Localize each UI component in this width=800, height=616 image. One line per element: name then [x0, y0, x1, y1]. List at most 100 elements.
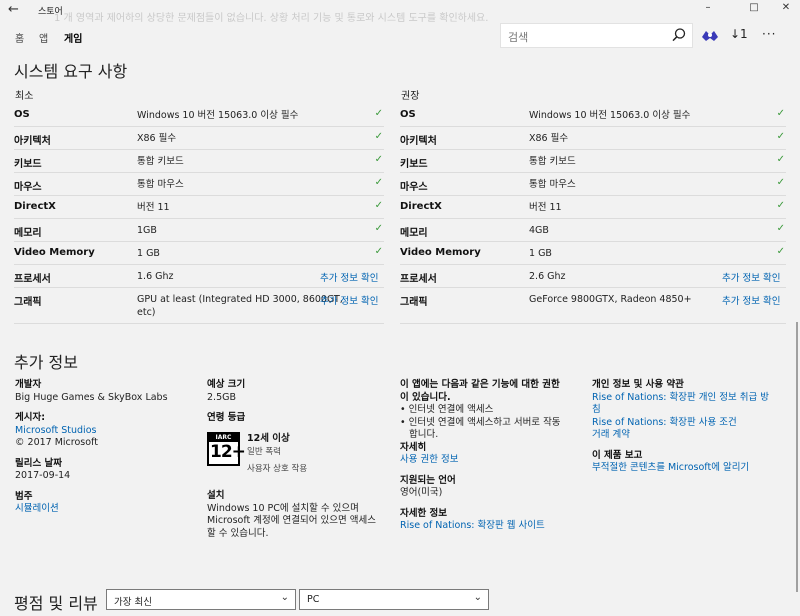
requirement-label: 아키텍처	[400, 136, 437, 147]
requirement-row: 프로세서 1.6 Ghz 추가 정보 확인	[14, 265, 384, 288]
sort-dropdown[interactable]: 가장 최신 ⌄	[106, 589, 296, 610]
publisher-label: 게시자:	[15, 412, 46, 423]
requirement-value: 2.6 Ghz	[529, 270, 566, 283]
more-info-link[interactable]: 추가 정보 확인	[722, 270, 780, 284]
requirement-value-text: 버전 11	[529, 202, 562, 213]
more-info-link[interactable]: 추가 정보 확인	[722, 293, 780, 307]
report-label: 이 제품 보고	[592, 449, 643, 461]
downloads-button[interactable]: ↓1	[730, 27, 748, 41]
requirement-value-text: 통합 키보드	[137, 156, 184, 167]
languages-value: 영어(미국)	[400, 487, 443, 498]
developer-value: Big Huge Games & SkyBox Labs	[15, 391, 168, 403]
user-avatar-icon[interactable]	[701, 28, 719, 47]
search-icon[interactable]	[671, 27, 687, 47]
tab-games[interactable]: 게임	[64, 30, 82, 45]
rating-value: 12세 이상	[247, 433, 290, 444]
requirement-label: Video Memory	[14, 247, 95, 258]
minimum-heading: 최소	[15, 91, 34, 102]
permissions-link[interactable]: 사용 권한 정보	[400, 454, 561, 467]
check-icon: ✓	[776, 200, 785, 211]
requirement-value-text: X86 필수	[529, 133, 569, 144]
requirement-row: 그래픽 GPU at least (Integrated HD 3000, 860…	[14, 288, 384, 324]
requirement-value-text: 1 GB	[137, 248, 160, 259]
capability-item: • 인터넷 연결에 액세스	[400, 404, 494, 415]
requirement-value-text: 1GB	[137, 225, 157, 236]
release-date-label: 릴리스 날짜	[15, 457, 63, 469]
install-line: 할 수 있습니다.	[207, 527, 269, 539]
requirement-value-text: 통합 마우스	[137, 179, 184, 190]
copyright-text: © 2017 Microsoft	[15, 437, 98, 448]
requirement-row: 메모리 1GB ✓	[14, 219, 384, 242]
requirement-label: 아키텍처	[14, 136, 51, 147]
search-box[interactable]: 검색	[500, 23, 693, 48]
requirement-row: 메모리 4GB ✓	[400, 219, 786, 242]
install-label: 설치	[207, 490, 225, 501]
more-info-link[interactable]: 추가 정보 확인	[320, 270, 378, 284]
contract-link[interactable]: 거래 계약	[592, 429, 769, 442]
back-arrow-icon[interactable]: ←	[8, 2, 19, 17]
requirement-row: 프로세서 2.6 Ghz 추가 정보 확인	[400, 265, 786, 288]
requirement-label: 키보드	[400, 159, 428, 170]
requirement-value: 4GB	[529, 224, 549, 237]
requirement-row: 마우스 통합 마우스 ✓	[14, 173, 384, 196]
system-requirements-heading: 시스템 요구 사항	[14, 62, 128, 81]
requirement-row: 그래픽 GeForce 9800GTX, Radeon 4850+ 추가 정보 확인	[400, 288, 786, 324]
requirement-value: X86 필수	[529, 132, 568, 145]
maximize-icon[interactable]: □	[744, 2, 764, 13]
tab-apps[interactable]: 앱	[39, 30, 48, 45]
publisher-link[interactable]: Microsoft Studios	[15, 425, 168, 438]
requirement-value: 1.6 Ghz	[137, 270, 174, 283]
privacy-link[interactable]: Rise of Nations: 확장판 개인 정보 취급 방	[592, 392, 769, 405]
check-icon: ✓	[776, 154, 785, 165]
requirement-value-text: 4GB	[529, 225, 549, 236]
requirement-label: 키보드	[14, 159, 42, 170]
requirement-value: 통합 키보드	[529, 155, 576, 168]
size-value: 2.5GB	[207, 391, 236, 403]
report-link[interactable]: 부적절한 콘텐츠를 Microsoft에 알리기	[592, 462, 769, 475]
requirement-value: 1 GB	[529, 247, 552, 260]
requirement-value-text: 통합 마우스	[529, 179, 576, 190]
additional-info-heading: 추가 정보	[14, 353, 78, 372]
requirement-value: 통합 마우스	[137, 178, 184, 191]
requirement-label: 메모리	[14, 228, 42, 239]
requirement-label: 마우스	[400, 182, 428, 193]
check-icon: ✓	[776, 246, 785, 257]
iarc-logo-number: 12+	[210, 442, 246, 462]
info-column-4: 개인 정보 및 사용 약관 Rise of Nations: 확장판 개인 정보…	[592, 379, 769, 475]
privacy-link-cont[interactable]: 침	[592, 404, 769, 417]
search-placeholder: 검색	[508, 31, 529, 44]
requirement-row: OS Windows 10 버전 15063.0 이상 필수 ✓	[400, 104, 786, 127]
platform-dropdown[interactable]: PC ⌄	[299, 589, 489, 610]
requirement-value: X86 필수	[137, 132, 176, 145]
requirement-value: 통합 마우스	[529, 178, 576, 191]
iarc-logo-text: IARC	[209, 434, 238, 442]
more-info-link[interactable]: 추가 정보 확인	[320, 293, 378, 307]
detail-label: 자세한 정보	[400, 507, 448, 519]
requirement-label: DirectX	[400, 201, 442, 212]
scrollbar[interactable]	[796, 322, 798, 592]
more-options-icon[interactable]: ···	[762, 27, 776, 41]
requirement-row: OS Windows 10 버전 15063.0 이상 필수 ✓	[14, 104, 384, 127]
requirement-row: Video Memory 1 GB ✓	[400, 242, 786, 265]
languages-label: 지원되는 언어	[400, 474, 456, 486]
install-line: Windows 10 PC에 설치할 수 있으며	[207, 502, 359, 514]
requirement-row: 아키텍처 X86 필수 ✓	[400, 127, 786, 150]
minimize-icon[interactable]: –	[698, 2, 718, 13]
category-link[interactable]: 시뮬레이션	[15, 503, 168, 516]
requirement-row: 마우스 통합 마우스 ✓	[400, 173, 786, 196]
website-link[interactable]: Rise of Nations: 확장판 웹 사이트	[400, 520, 561, 533]
check-icon: ✓	[374, 177, 383, 188]
requirement-value-text: 2.6 Ghz	[529, 271, 566, 282]
ratings-reviews-heading: 평점 및 리뷰	[14, 594, 98, 613]
check-icon: ✓	[374, 223, 383, 234]
terms-link[interactable]: Rise of Nations: 확장판 사용 조건	[592, 417, 769, 430]
platform-value: PC	[307, 594, 320, 605]
category-label: 범주	[15, 490, 33, 502]
check-icon: ✓	[374, 108, 383, 119]
privacy-label: 개인 정보 및 사용 약관	[592, 379, 684, 390]
info-column-1: 개발자 Big Huge Games & SkyBox Labs 게시자: Mi…	[15, 379, 168, 516]
requirement-value: 1GB	[137, 224, 157, 237]
requirement-label: OS	[14, 109, 30, 120]
tab-home[interactable]: 홈	[15, 30, 24, 45]
close-icon[interactable]: ✕	[776, 2, 796, 13]
